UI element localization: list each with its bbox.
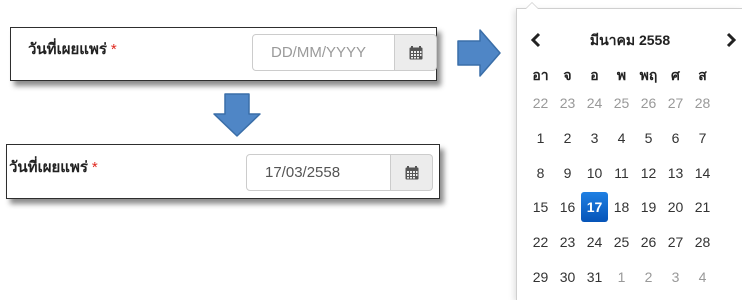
day-cell[interactable]: 10 bbox=[581, 158, 608, 188]
day-cell[interactable]: 9 bbox=[554, 158, 581, 188]
day-cell[interactable]: 19 bbox=[635, 192, 662, 222]
day-cell[interactable]: 15 bbox=[527, 192, 554, 222]
day-cell[interactable]: 18 bbox=[608, 192, 635, 222]
day-cell[interactable]: 29 bbox=[527, 262, 554, 292]
day-cell[interactable]: 7 bbox=[689, 123, 716, 153]
day-cell[interactable]: 6 bbox=[662, 123, 689, 153]
day-cell[interactable]: 24 bbox=[581, 227, 608, 257]
date-input-empty[interactable]: DD/MM/YYYY bbox=[252, 34, 395, 71]
date-field-filled-panel: วันที่เผยแพร่ * 17/03/2558 bbox=[6, 144, 440, 199]
week-row: 15 16 17 18 19 20 21 bbox=[527, 192, 742, 222]
day-cell[interactable]: 28 bbox=[689, 88, 716, 118]
weekday-label: ศ bbox=[671, 67, 680, 83]
day-cell[interactable]: 23 bbox=[554, 88, 581, 118]
calendar-button[interactable] bbox=[395, 34, 437, 71]
week-row: 22 23 24 25 26 27 28 bbox=[527, 88, 742, 118]
day-cell[interactable]: 8 bbox=[527, 158, 554, 188]
day-cell-selected[interactable]: 17 bbox=[581, 192, 608, 222]
day-cell[interactable]: 20 bbox=[662, 192, 689, 222]
week-row: 29 30 31 1 2 3 4 bbox=[527, 262, 742, 292]
day-cell[interactable]: 4 bbox=[689, 262, 716, 292]
day-cell[interactable]: 2 bbox=[635, 262, 662, 292]
required-mark: * bbox=[91, 159, 98, 176]
day-cell[interactable]: 27 bbox=[662, 227, 689, 257]
day-cell[interactable]: 4 bbox=[608, 123, 635, 153]
day-cell[interactable]: 1 bbox=[527, 123, 554, 153]
day-cell[interactable]: 16 bbox=[554, 192, 581, 222]
weekday-label: พฤ bbox=[639, 67, 658, 83]
date-input-value: 17/03/2558 bbox=[265, 164, 341, 181]
day-cell[interactable]: 2 bbox=[554, 123, 581, 153]
arrow-down-icon bbox=[213, 93, 261, 137]
day-cell[interactable]: 1 bbox=[608, 262, 635, 292]
day-cell[interactable]: 31 bbox=[581, 262, 608, 292]
day-cell[interactable]: 12 bbox=[635, 158, 662, 188]
day-cell[interactable]: 21 bbox=[689, 192, 716, 222]
day-cell[interactable]: 30 bbox=[554, 262, 581, 292]
date-input-placeholder: DD/MM/YYYY bbox=[271, 44, 367, 61]
week-row: 1234567 bbox=[527, 123, 742, 153]
weekday-label: จ bbox=[563, 67, 572, 83]
arrow-right-icon bbox=[457, 29, 501, 77]
day-cell[interactable]: 3 bbox=[581, 123, 608, 153]
chevron-right-icon[interactable] bbox=[725, 25, 737, 64]
weekday-label: พ bbox=[616, 67, 627, 83]
day-cell[interactable]: 11 bbox=[608, 158, 635, 188]
day-cell[interactable]: 14 bbox=[689, 158, 716, 188]
day-cell[interactable]: 25 bbox=[608, 227, 635, 257]
day-cell[interactable]: 26 bbox=[635, 88, 662, 118]
day-cell[interactable]: 3 bbox=[662, 262, 689, 292]
week-row: 8 9 10 11 12 13 14 bbox=[527, 158, 742, 188]
datepicker-popup: มีนาคม 2558 อาจอพพฤศส 22 23 24 25 26 27 28 1 2 3 4… bbox=[516, 2, 742, 300]
day-cell[interactable]: 13 bbox=[662, 158, 689, 188]
weekday-label: อา bbox=[532, 67, 549, 83]
day-cell[interactable]: 28 bbox=[689, 227, 716, 257]
day-cell[interactable]: 22 bbox=[527, 227, 554, 257]
day-cell[interactable]: 27 bbox=[662, 88, 689, 118]
datepicker-month-title[interactable]: มีนาคม 2558 bbox=[561, 28, 699, 52]
day-cell[interactable]: 23 bbox=[554, 227, 581, 257]
field-label: วันที่เผยแพร่ * bbox=[9, 155, 98, 179]
date-field-empty-panel: วันที่เผยแพร่ * DD/MM/YYYY bbox=[10, 27, 437, 81]
weekday-header: อา จ อ พ พฤ ศ ส bbox=[527, 62, 742, 88]
week-row: 22 23 24 25 26 27 28 bbox=[527, 227, 742, 257]
calendar-icon bbox=[405, 165, 418, 179]
date-input-filled[interactable]: 17/03/2558 bbox=[246, 154, 391, 191]
chevron-left-icon[interactable] bbox=[530, 25, 542, 64]
required-mark: * bbox=[110, 41, 117, 58]
field-label-text: วันที่เผยแพร่ bbox=[28, 41, 107, 58]
calendar-icon bbox=[409, 45, 422, 59]
weekday-label: ส bbox=[698, 67, 707, 83]
calendar-button[interactable] bbox=[391, 154, 433, 191]
day-cell[interactable]: 22 bbox=[527, 88, 554, 118]
day-cell[interactable]: 5 bbox=[635, 123, 662, 153]
field-label-text: วันที่เผยแพร่ bbox=[9, 159, 88, 176]
day-cell[interactable]: 26 bbox=[635, 227, 662, 257]
weekday-label: อ bbox=[590, 67, 599, 83]
day-cell[interactable]: 24 bbox=[581, 88, 608, 118]
field-label: วันที่เผยแพร่ * bbox=[28, 37, 117, 61]
day-cell[interactable]: 25 bbox=[608, 88, 635, 118]
datepicker-caret bbox=[525, 2, 539, 9]
